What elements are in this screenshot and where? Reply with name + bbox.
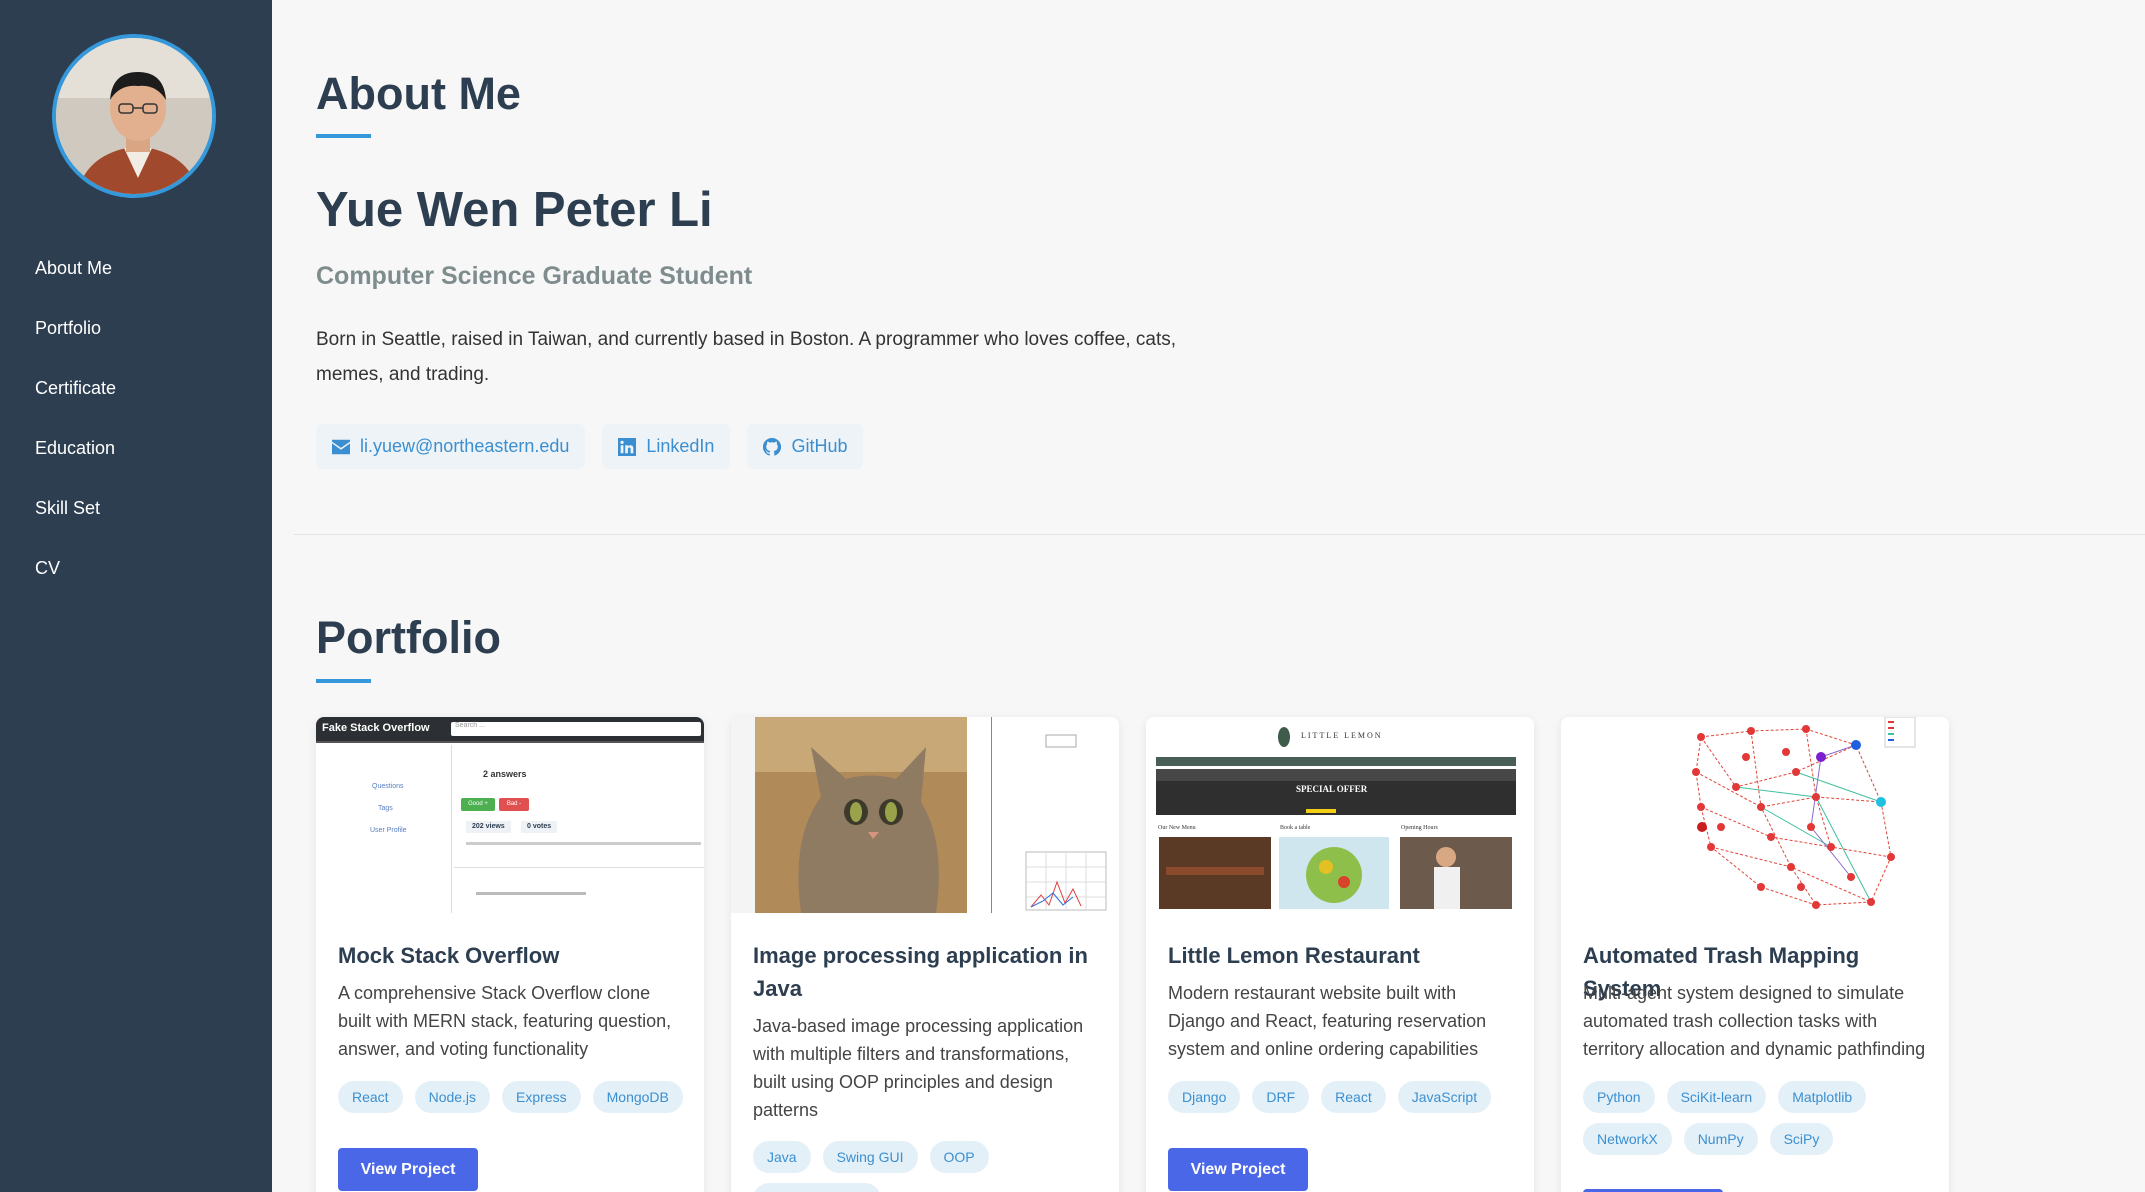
- about-heading: About Me: [316, 68, 521, 119]
- nav-about-me[interactable]: About Me: [35, 238, 116, 298]
- nav-skill-set[interactable]: Skill Set: [35, 478, 116, 538]
- tag-react: React: [338, 1081, 403, 1113]
- restaurant-screenshot: [1146, 717, 1534, 913]
- project-card-trash-mapping: Automated Trash Mapping System Multi-age…: [1561, 717, 1949, 1192]
- email-link[interactable]: li.yuew@northeastern.edu: [316, 424, 586, 469]
- project-title: Little Lemon Restaurant: [1168, 943, 1420, 968]
- tag-javascript: JavaScript: [1397, 1081, 1492, 1113]
- linkedin-link[interactable]: LinkedIn: [602, 424, 731, 469]
- project-description: Modern restaurant website built with Dja…: [1168, 983, 1487, 1059]
- cat-photo: [731, 717, 1119, 913]
- main-content: About Me Yue Wen Peter Li Computer Scien…: [272, 0, 2145, 1192]
- project-description: Java-based image processing application …: [753, 1016, 1084, 1120]
- project-title: Mock Stack Overflow: [338, 943, 560, 968]
- thumb-brand: LITTLE LEMON: [1301, 731, 1383, 740]
- tag-nodejs: Node.js: [414, 1081, 491, 1113]
- nav-portfolio[interactable]: Portfolio: [35, 298, 116, 358]
- thumb-good-button: Good +: [461, 798, 495, 811]
- tag-mongodb: MongoDB: [592, 1081, 683, 1113]
- project-tags: Python SciKit-learn Matplotlib NetworkX …: [1583, 1081, 1933, 1155]
- tag-python: Python: [1583, 1081, 1655, 1113]
- sidebar: About Me Portfolio Certificate Education…: [0, 0, 272, 1192]
- project-tags: React Node.js Express MongoDB: [338, 1081, 688, 1113]
- tag-oop: OOP: [929, 1141, 989, 1173]
- project-title: Image processing application in Java: [753, 943, 1088, 1001]
- thumb-search: Search ...: [451, 722, 701, 736]
- tag-django: Django: [1168, 1081, 1241, 1113]
- portfolio-heading: Portfolio: [316, 612, 501, 663]
- linkedin-icon: [618, 437, 637, 456]
- project-thumbnail: Fake Stack Overflow Search ... Questions…: [316, 717, 704, 913]
- view-project-button[interactable]: View Project: [1168, 1148, 1308, 1191]
- tag-drf: DRF: [1252, 1081, 1310, 1113]
- tag-scipy: SciPy: [1769, 1123, 1834, 1155]
- project-card-little-lemon: LITTLE LEMON SPECIAL OFFER Our New Menu …: [1146, 717, 1534, 1192]
- tag-design-patterns: Design Patterns: [753, 1183, 881, 1192]
- section-divider: [294, 534, 2145, 535]
- github-link[interactable]: GitHub: [747, 424, 864, 469]
- project-thumbnail: [1561, 717, 1949, 913]
- portfolio-heading-underline: [316, 679, 371, 683]
- tag-networkx: NetworkX: [1583, 1123, 1672, 1155]
- project-tags: Java Swing GUI OOP Design Patterns: [753, 1141, 1103, 1192]
- profile-role: Computer Science Graduate Student: [316, 262, 753, 290]
- thumb-votes: 0 votes: [521, 821, 558, 833]
- nav-certificate[interactable]: Certificate: [35, 358, 116, 418]
- profile-photo: [56, 38, 212, 194]
- profile-name: Yue Wen Peter Li: [316, 183, 713, 237]
- linkedin-link-label: LinkedIn: [646, 436, 715, 456]
- profile-bio: Born in Seattle, raised in Taiwan, and c…: [316, 329, 1177, 385]
- thumb-side-profile: User Profile: [370, 827, 407, 834]
- thumb-section-booking: Book a table: [1280, 825, 1311, 831]
- tag-react: React: [1321, 1081, 1386, 1113]
- email-link-label: li.yuew@northeastern.edu: [360, 436, 570, 456]
- profile-avatar: [52, 34, 216, 198]
- github-link-label: GitHub: [791, 436, 848, 456]
- thumb-section-menu: Our New Menu: [1158, 825, 1196, 831]
- nav-education[interactable]: Education: [35, 418, 116, 478]
- tag-numpy: NumPy: [1683, 1123, 1758, 1155]
- tag-scikit-learn: SciKit-learn: [1666, 1081, 1767, 1113]
- project-description: Multi-agent system designed to simulate …: [1583, 983, 1926, 1059]
- envelope-icon: [332, 439, 350, 454]
- thumb-brand: Fake Stack Overflow: [322, 722, 430, 734]
- thumb-answers: 2 answers: [483, 769, 527, 779]
- project-card-mock-stack-overflow: Fake Stack Overflow Search ... Questions…: [316, 717, 704, 1192]
- nav-cv[interactable]: CV: [35, 538, 116, 598]
- tag-express: Express: [502, 1081, 581, 1113]
- project-thumbnail: [731, 717, 1119, 913]
- tag-swing-gui: Swing GUI: [822, 1141, 918, 1173]
- sidebar-nav: About Me Portfolio Certificate Education…: [35, 238, 116, 598]
- about-heading-underline: [316, 134, 371, 138]
- network-graph: [1561, 717, 1949, 913]
- thumb-bad-button: Bad -: [499, 798, 529, 811]
- project-thumbnail: LITTLE LEMON SPECIAL OFFER Our New Menu …: [1146, 717, 1534, 913]
- thumb-side-tags: Tags: [378, 805, 393, 812]
- github-icon: [763, 437, 782, 456]
- contact-links: li.yuew@northeastern.edu LinkedIn GitHub: [316, 424, 864, 469]
- thumb-offer: SPECIAL OFFER: [1296, 784, 1368, 794]
- view-project-button[interactable]: View Project: [338, 1148, 478, 1191]
- project-card-image-processing: Image processing application in Java Jav…: [731, 717, 1119, 1192]
- thumb-side-questions: Questions: [372, 783, 404, 790]
- project-description: A comprehensive Stack Overflow clone bui…: [338, 983, 672, 1059]
- thumb-section-hours: Opening Hours: [1401, 825, 1438, 831]
- tag-matplotlib: Matplotlib: [1778, 1081, 1867, 1113]
- project-tags: Django DRF React JavaScript: [1168, 1081, 1518, 1113]
- thumb-views: 202 views: [466, 821, 511, 833]
- tag-java: Java: [753, 1141, 811, 1173]
